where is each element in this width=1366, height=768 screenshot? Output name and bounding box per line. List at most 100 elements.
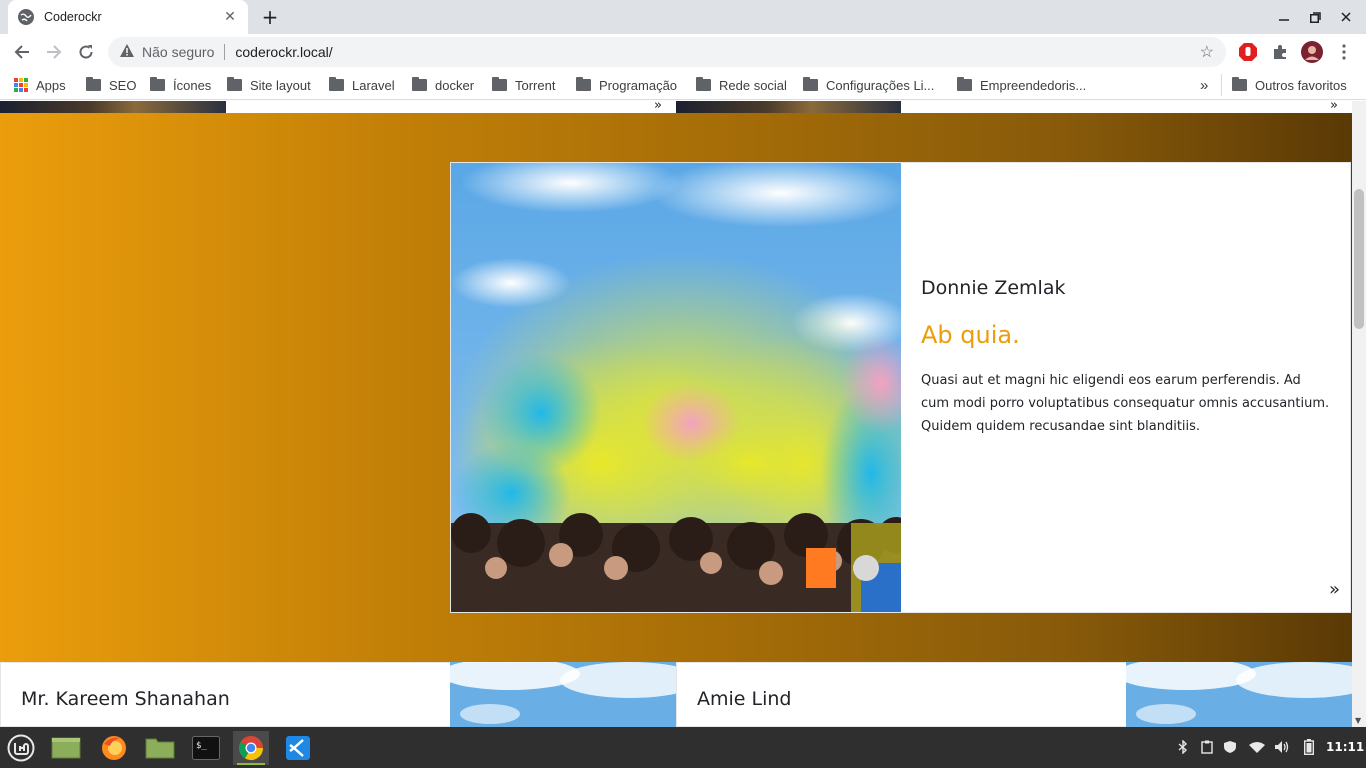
post-author: Amie Lind [697, 688, 792, 710]
bookmarks-bar: Apps SEO Ícones Site layout Laravel dock… [0, 70, 1366, 100]
folder-icon [86, 77, 101, 91]
minimize-button[interactable] [1268, 0, 1300, 34]
folder-icon [803, 77, 818, 91]
page-scrollbar[interactable]: ▼ [1352, 101, 1366, 727]
bookmarks-overflow-button[interactable]: » [1200, 76, 1208, 94]
svg-text:$_: $_ [196, 741, 207, 751]
bookmark-folder-seo[interactable]: SEO [86, 76, 136, 94]
bookmark-star-icon[interactable]: ☆ [1200, 42, 1214, 62]
system-clock[interactable]: 11:11 [1326, 740, 1364, 754]
clipboard-icon[interactable] [1199, 739, 1215, 755]
url-text[interactable]: coderockr.local/ [235, 44, 1199, 60]
scroll-down-arrow-icon[interactable]: ▼ [1355, 716, 1361, 725]
chrome-taskbar-icon[interactable] [233, 731, 269, 765]
bookmark-folder-outros-favoritos[interactable]: Outros favoritos [1232, 76, 1347, 94]
globe-icon [18, 9, 34, 25]
featured-post-card[interactable]: Donnie Zemlak Ab quia. Quasi aut et magn… [450, 162, 1351, 613]
warning-icon[interactable] [120, 44, 134, 60]
read-more-chevron-icon[interactable]: » [1329, 579, 1340, 600]
bookmark-folder-programacao[interactable]: Programação [576, 76, 677, 94]
bookmark-label: SEO [109, 77, 137, 93]
page-viewport: » » Donnie Zemlak Ab quia. Quasi aut et … [0, 101, 1352, 727]
folder-icon [492, 77, 507, 91]
back-icon[interactable] [8, 38, 36, 66]
extensions-puzzle-icon[interactable] [1270, 42, 1290, 62]
folder-icon [329, 77, 344, 91]
bookmark-label: Apps [36, 77, 66, 93]
card-next-chevron-icon[interactable]: » [654, 101, 662, 113]
chrome-menu-icon[interactable] [1334, 42, 1354, 62]
bookmark-label: Empreendedoris... [980, 77, 1087, 93]
bookmark-folder-icones[interactable]: Ícones [150, 76, 211, 94]
vscode-icon[interactable] [280, 731, 316, 765]
bookmark-label: Ícones [173, 77, 212, 93]
card-image[interactable] [0, 101, 226, 113]
folder-icon [957, 77, 972, 91]
mint-menu-icon[interactable] [3, 731, 39, 765]
tab-strip: Coderockr ✕ + [0, 0, 1366, 34]
wifi-icon[interactable] [1249, 739, 1265, 755]
scrollbar-thumb[interactable] [1354, 189, 1364, 329]
forward-icon[interactable] [40, 38, 68, 66]
bookmark-folder-rede-social[interactable]: Rede social [696, 76, 787, 94]
bookmark-label: Programação [599, 77, 678, 93]
folder-icon [1232, 77, 1247, 91]
address-bar[interactable]: Não seguro coderockr.local/ ☆ [108, 37, 1226, 67]
bookmark-folder-site-layout[interactable]: Site layout [227, 76, 311, 94]
folder-icon [576, 77, 591, 91]
post-cards-row: Mr. Kareem Shanahan Amie Lind [0, 662, 1352, 727]
terminal-icon[interactable]: $_ [188, 731, 224, 765]
post-author: Donnie Zemlak [921, 277, 1066, 299]
volume-icon[interactable] [1274, 739, 1290, 755]
post-excerpt: Quasi aut et magni hic eligendi eos earu… [921, 373, 1330, 434]
profile-avatar[interactable] [1301, 41, 1323, 63]
browser-tab[interactable]: Coderockr ✕ [8, 0, 248, 34]
bookmark-folder-configuracoes[interactable]: Configurações Li... [803, 76, 934, 94]
close-window-button[interactable] [1330, 0, 1362, 34]
card-image[interactable] [676, 101, 901, 113]
bookmark-apps[interactable]: Apps [14, 76, 66, 94]
bookmark-label: Outros favoritos [1255, 77, 1347, 93]
divider [224, 44, 226, 60]
bookmark-label: Torrent [515, 77, 556, 93]
post-title[interactable]: Ab quia. [921, 321, 1020, 349]
post-author: Mr. Kareem Shanahan [21, 688, 230, 710]
festival-photo [451, 163, 901, 612]
apps-grid-icon [14, 78, 28, 92]
card-next-chevron-icon[interactable]: » [1330, 101, 1338, 113]
reload-icon[interactable] [72, 38, 100, 66]
folder-icon [227, 77, 242, 91]
bookmark-folder-empreendedorismo[interactable]: Empreendedoris... [957, 76, 1086, 94]
show-desktop-icon[interactable] [48, 731, 84, 765]
bookmark-folder-torrent[interactable]: Torrent [492, 76, 555, 94]
firefox-icon[interactable] [96, 731, 132, 765]
folder-icon [412, 77, 427, 91]
new-tab-button[interactable]: + [258, 6, 282, 30]
browser-toolbar: Não seguro coderockr.local/ ☆ [0, 34, 1366, 70]
bookmark-label: docker [435, 77, 475, 93]
bluetooth-icon[interactable] [1175, 739, 1191, 755]
restore-button[interactable] [1299, 0, 1331, 34]
file-manager-icon[interactable] [142, 731, 178, 765]
bookmark-folder-docker[interactable]: docker [412, 76, 474, 94]
close-tab-icon[interactable]: ✕ [222, 9, 238, 25]
folder-icon [696, 77, 711, 91]
bookmark-label: Rede social [719, 77, 787, 93]
active-indicator [237, 763, 265, 765]
os-taskbar: $_ 11:11 [0, 727, 1366, 768]
post-card[interactable]: Mr. Kareem Shanahan [0, 662, 451, 727]
divider [1221, 74, 1222, 96]
post-card-image[interactable] [1126, 662, 1352, 727]
bookmark-label: Laravel [352, 77, 395, 93]
post-card-image[interactable] [450, 662, 676, 727]
bookmark-folder-laravel[interactable]: Laravel [329, 76, 395, 94]
post-card[interactable]: Amie Lind [676, 662, 1127, 727]
previous-cards-strip: » » [0, 101, 1352, 113]
adblock-extension-icon[interactable] [1238, 42, 1258, 62]
tab-title: Coderockr [44, 10, 102, 24]
security-label[interactable]: Não seguro [142, 44, 214, 60]
bookmark-label: Configurações Li... [826, 77, 935, 93]
featured-section: Donnie Zemlak Ab quia. Quasi aut et magn… [0, 113, 1352, 662]
battery-icon[interactable] [1301, 739, 1317, 755]
shield-icon[interactable] [1222, 739, 1238, 755]
